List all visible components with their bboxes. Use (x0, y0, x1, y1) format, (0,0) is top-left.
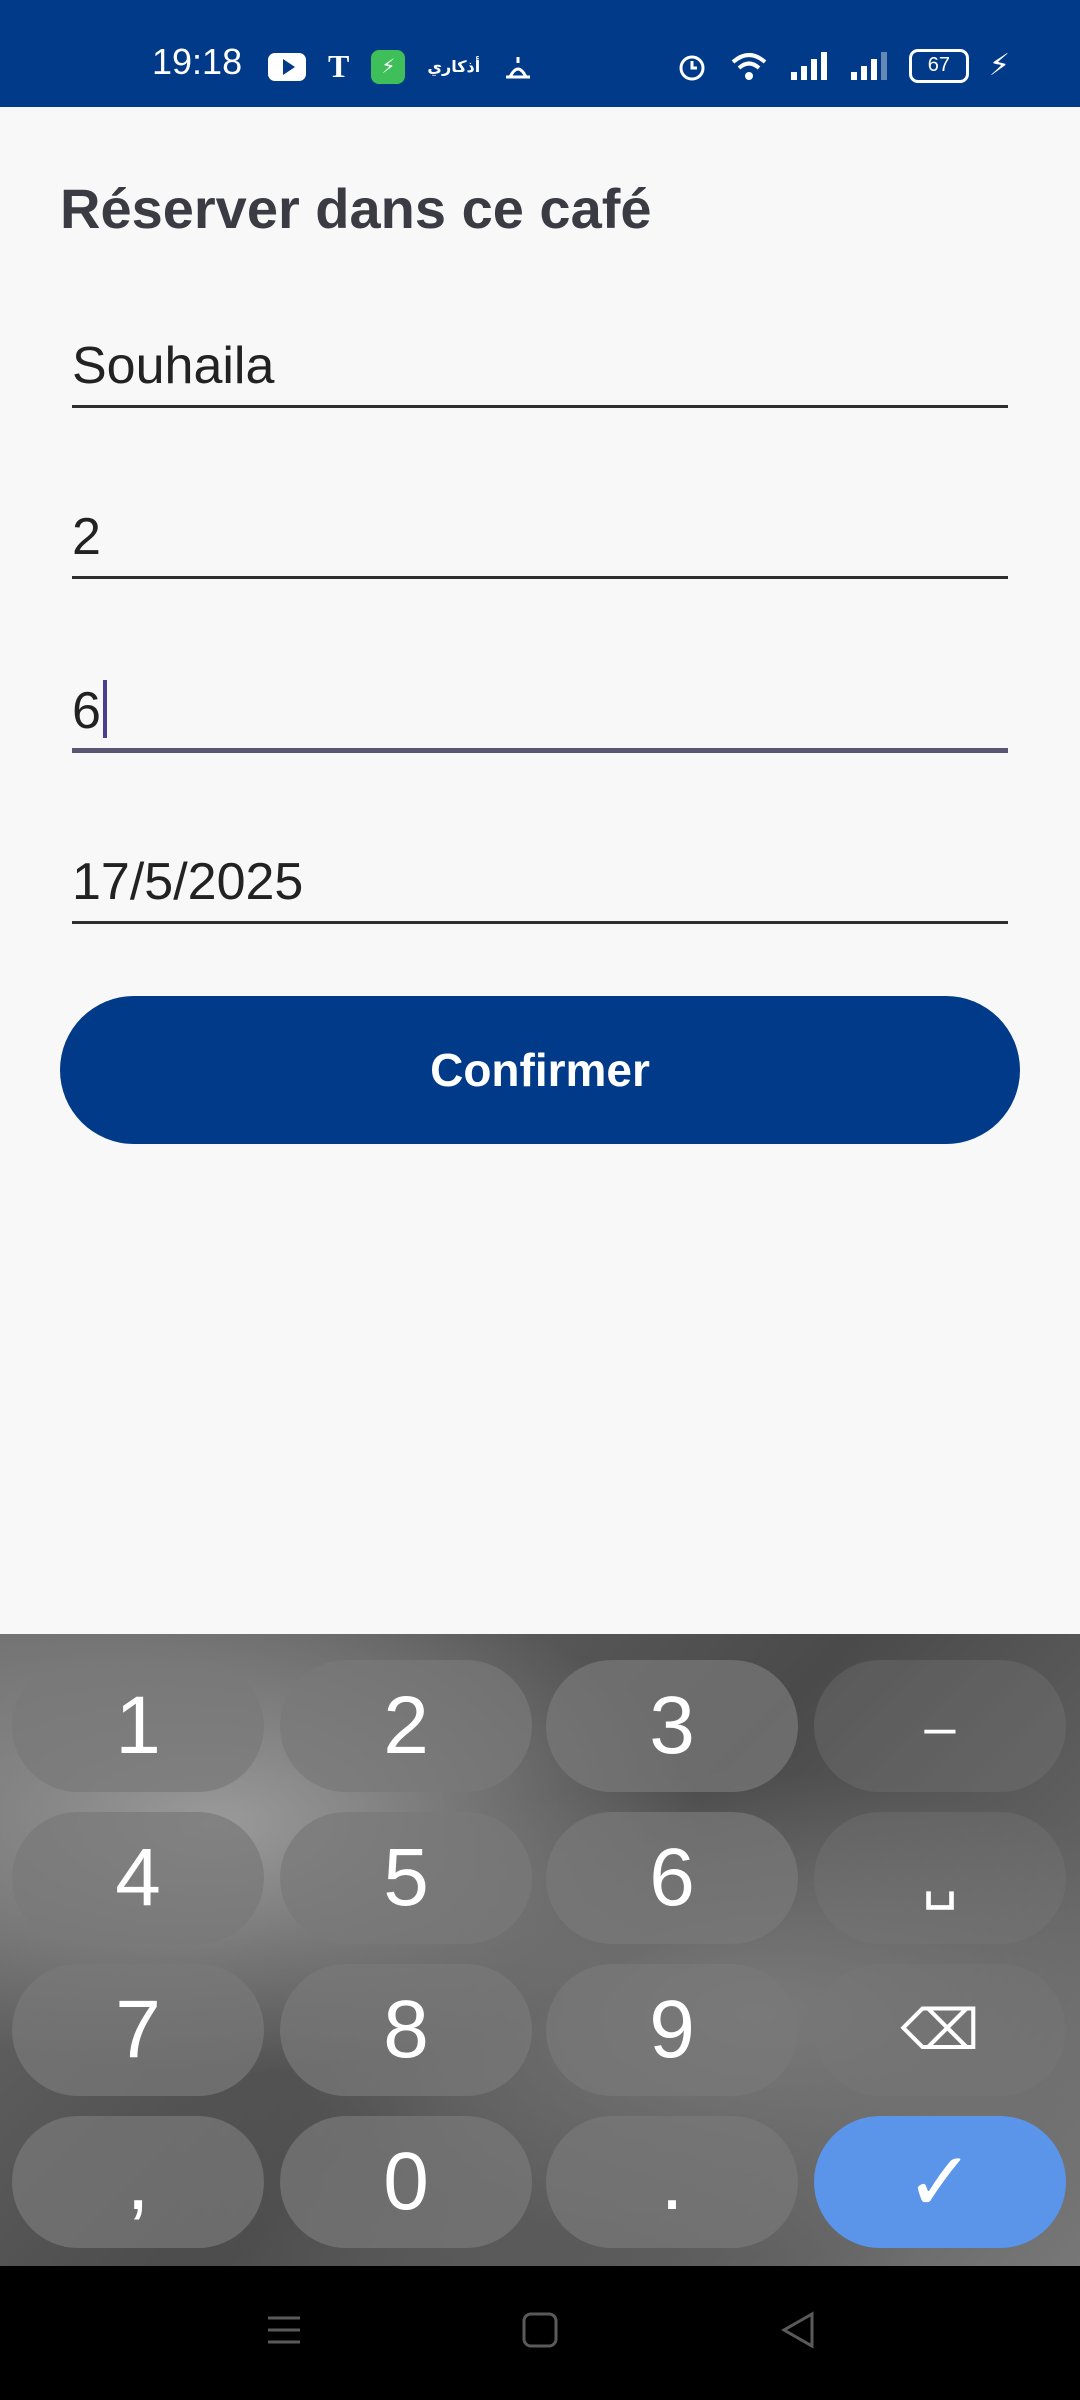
key-2[interactable]: 2 (280, 1660, 532, 1792)
backspace-icon[interactable]: ⌫ (814, 1964, 1066, 2096)
key-1[interactable]: 1 (12, 1660, 264, 1792)
key-comma[interactable]: , (12, 2116, 264, 2248)
alarm-icon (675, 49, 709, 83)
key-6[interactable]: 6 (546, 1812, 798, 1944)
hour-field-value: 6 (72, 680, 107, 741)
key-0[interactable]: 0 (280, 2116, 532, 2248)
guests-field[interactable]: 2 (72, 490, 1008, 579)
key-7[interactable]: 7 (12, 1964, 264, 2096)
key-4[interactable]: 4 (12, 1812, 264, 1944)
notification-icons: T ⚡ أذكاري (268, 48, 534, 85)
status-bar: 19:18 T ⚡ أذكاري 67 ⚡ (0, 0, 1080, 107)
space-key-icon[interactable]: ␣ (814, 1812, 1066, 1944)
navigation-bar (0, 2266, 1080, 2400)
field-underline (72, 576, 1008, 579)
menu-icon[interactable] (264, 2310, 304, 2357)
key-5[interactable]: 5 (280, 1812, 532, 1944)
home-icon[interactable] (520, 2310, 560, 2357)
status-time: 19:18 (152, 41, 243, 82)
confirm-button[interactable]: Confirmer (60, 996, 1020, 1144)
name-field[interactable]: Souhaila (72, 320, 1008, 408)
name-field-value: Souhaila (72, 337, 275, 395)
field-underline (72, 921, 1008, 924)
battery-icon: 67 (908, 48, 969, 83)
system-icons: 67 ⚡ (675, 48, 1010, 83)
key-8[interactable]: 8 (280, 1964, 532, 2096)
t-app-icon: T (328, 48, 350, 84)
arabic-app-icon: أذكاري (427, 58, 481, 76)
key-minus[interactable]: – (814, 1660, 1066, 1792)
key-9[interactable]: 9 (546, 1964, 798, 2096)
date-field-value: 17/5/2025 (72, 853, 304, 911)
checkmark-icon[interactable]: ✓ (814, 2116, 1066, 2248)
prayer-icon (502, 51, 534, 83)
guests-field-value: 2 (72, 508, 101, 566)
date-field[interactable]: 17/5/2025 (72, 836, 1008, 924)
charging-icon: ⚡ (988, 49, 1010, 82)
hour-field[interactable]: 6 (72, 660, 1008, 753)
shield-app-icon: ⚡ (371, 49, 406, 84)
youtube-icon (268, 52, 306, 81)
key-3[interactable]: 3 (546, 1660, 798, 1792)
wifi-icon (729, 50, 769, 82)
signal-icon (789, 50, 829, 82)
text-caret (102, 680, 107, 738)
signal-icon (849, 50, 889, 82)
key-period[interactable]: . (546, 2116, 798, 2248)
numeric-keyboard: 1 2 3 – 4 5 6 ␣ 7 8 9 ⌫ , 0 . ✓ (0, 1634, 1080, 2266)
field-underline (72, 748, 1008, 753)
back-icon[interactable] (778, 2310, 818, 2357)
page-title: Réserver dans ce café (60, 177, 652, 240)
field-underline (72, 405, 1008, 408)
